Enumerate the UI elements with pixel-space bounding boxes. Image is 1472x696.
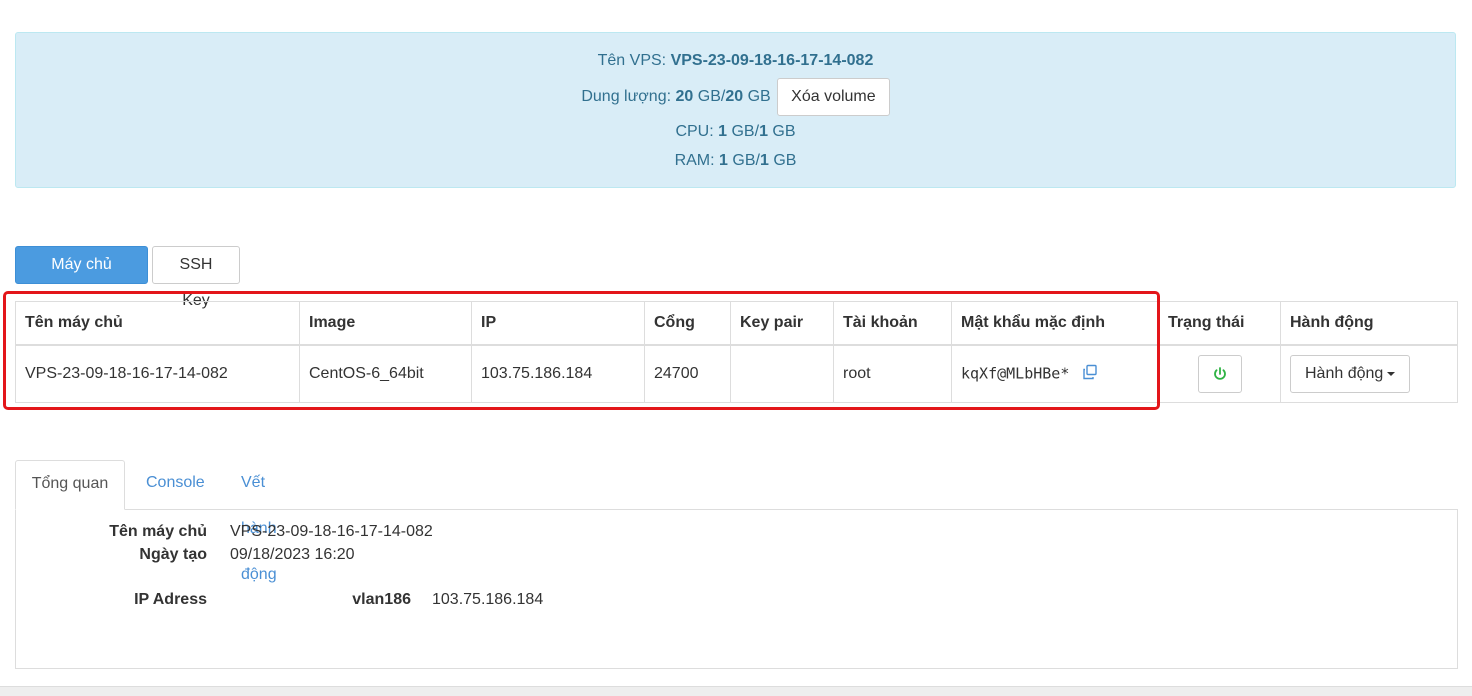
header-actions: Hành động [1280, 301, 1458, 346]
vps-name-label: Tên VPS: [597, 52, 667, 69]
header-ip: IP [471, 301, 645, 346]
cpu-unit-used: GB [731, 123, 755, 140]
cell-password: kqXf@MLbHBe* [951, 344, 1160, 403]
overview-server-name-label: Tên máy chủ [109, 523, 207, 540]
cpu-row: CPU: 1 GB/1 GB [675, 123, 796, 140]
overview-created-label: Ngày tạo [139, 546, 207, 563]
cpu-total: 1 [759, 123, 768, 140]
tab-ssh-key[interactable]: SSH Key [152, 246, 240, 309]
vps-name-row: Tên VPS: VPS-23-09-18-16-17-14-082 [16, 50, 1455, 72]
ram-row: RAM: 1 GB/1 GB [674, 152, 797, 169]
header-status: Trạng thái [1159, 301, 1281, 346]
table-row: VPS-23-09-18-16-17-14-082 CentOS-6_64bit… [15, 344, 1458, 403]
cell-ip: 103.75.186.184 [471, 344, 645, 403]
tab-overview[interactable]: Tổng quan [15, 460, 125, 510]
tab-activity-log[interactable]: Vết hành động [241, 460, 277, 583]
tab-console[interactable]: Console [146, 460, 205, 510]
ram-used: 1 [719, 152, 728, 169]
overview-ip-value: 103.75.186.184 [432, 591, 544, 608]
cell-key-pair [730, 344, 834, 403]
cpu-used: 1 [718, 123, 728, 140]
storage-row: Dung lượng: 20 GB/20 GB Xóa volume [16, 78, 1455, 116]
header-port: Cổng [644, 301, 731, 346]
actions-dropdown-button[interactable]: Hành động [1290, 355, 1411, 393]
storage-used: 20 [675, 88, 694, 106]
vps-info-panel: Tên VPS: VPS-23-09-18-16-17-14-082 Dung … [15, 32, 1456, 188]
storage-label: Dung lượng: [581, 88, 672, 106]
cell-actions: Hành động [1280, 344, 1458, 403]
cell-server-name: VPS-23-09-18-16-17-14-082 [15, 344, 300, 403]
cell-status [1159, 344, 1281, 403]
overview-created-value: 09/18/2023 16:20 [230, 546, 355, 563]
power-button[interactable] [1198, 355, 1242, 393]
header-image: Image [299, 301, 472, 346]
storage-total: 20 [725, 88, 744, 106]
cell-account: root [833, 344, 952, 403]
overview-panel: Tên máy chủ VPS-23-09-18-16-17-14-082 Ng… [15, 509, 1458, 669]
cpu-label: CPU: [675, 123, 714, 140]
ram-total: 1 [759, 152, 769, 169]
header-server-name: Tên máy chủ [15, 301, 300, 346]
server-table: Tên máy chủ Image IP Cổng Key pair Tài k… [15, 301, 1458, 403]
caret-down-icon [1387, 371, 1396, 376]
ram-unit-total: GB [773, 152, 797, 169]
actions-dropdown-label: Hành động [1305, 365, 1384, 382]
table-header-row: Tên máy chủ Image IP Cổng Key pair Tài k… [15, 301, 1458, 346]
header-key-pair: Key pair [730, 301, 834, 346]
cell-image: CentOS-6_64bit [299, 344, 472, 403]
ram-unit-used: GB [732, 152, 756, 169]
storage-unit-total: GB [747, 88, 771, 106]
overview-ip-label: IP Adress [134, 591, 207, 608]
ram-label: RAM: [674, 152, 715, 169]
overview-network-name: vlan186 [352, 591, 411, 608]
cpu-unit-total: GB [772, 123, 796, 140]
overview-server-name-value: VPS-23-09-18-16-17-14-082 [230, 523, 433, 540]
cell-port: 24700 [644, 344, 731, 403]
password-value: kqXf@MLbHBe* [961, 364, 1070, 383]
vps-name-value: VPS-23-09-18-16-17-14-082 [670, 52, 874, 69]
copy-icon[interactable] [1082, 364, 1098, 385]
storage-unit-used: GB [697, 88, 721, 106]
delete-volume-button[interactable]: Xóa volume [777, 78, 890, 116]
tab-cloud-server[interactable]: Máy chủ Cloud [15, 246, 148, 309]
header-password: Mật khẩu mặc định [951, 301, 1160, 346]
header-account: Tài khoản [833, 301, 952, 346]
power-icon [1214, 367, 1226, 380]
